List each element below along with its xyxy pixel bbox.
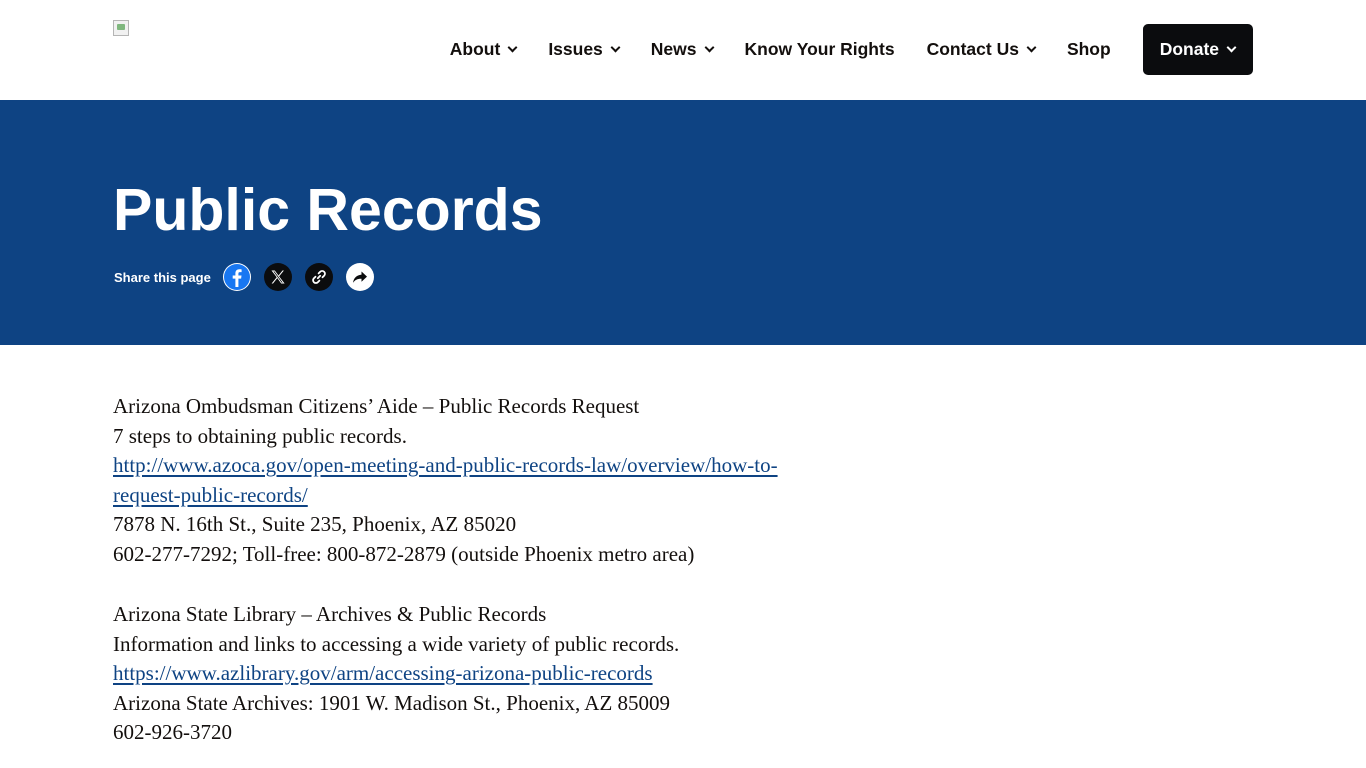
nav-item-issues[interactable]: Issues xyxy=(548,39,621,60)
share-forward-button[interactable] xyxy=(345,263,374,291)
main-content: Arizona Ombudsman Citizens’ Aide – Publi… xyxy=(113,392,873,748)
chevron-down-icon xyxy=(610,42,621,53)
entry-link[interactable]: http://www.azoca.gov/open-meeting-and-pu… xyxy=(113,451,873,510)
page-hero: Public Records Share this page xyxy=(0,100,1366,345)
entry-address: Arizona State Archives: 1901 W. Madison … xyxy=(113,690,671,715)
nav-item-label: About xyxy=(449,39,501,59)
facebook-share-button[interactable] xyxy=(222,263,251,291)
entry-phone: 602-277-7292; Toll-free: 800-872-2879 (o… xyxy=(113,541,695,566)
entry-title: Arizona Ombudsman Citizens’ Aide – Publi… xyxy=(113,394,640,418)
entry-description: 7 steps to obtaining public records. xyxy=(113,423,407,448)
nav-item-shop[interactable]: Shop xyxy=(1067,39,1111,60)
entry-description: Information and links to accessing a wid… xyxy=(113,631,680,656)
site-header: About Issues News Know Your Rights Conta… xyxy=(0,0,1366,100)
resource-entry: Arizona State Library – Archives & Publi… xyxy=(113,600,873,748)
share-forward-icon xyxy=(352,271,367,283)
entry-title: Arizona State Library – Archives & Publi… xyxy=(113,602,547,626)
nav-item-label: Shop xyxy=(1066,39,1111,59)
entry-link-line: request-public-records/ xyxy=(113,482,308,507)
page-title: Public Records xyxy=(113,177,543,243)
nav-item-contact-us[interactable]: Contact Us xyxy=(926,39,1037,60)
entry-link-line: https://www.azlibrary.gov/arm/accessing-… xyxy=(113,661,653,685)
nav-item-label: News xyxy=(650,39,697,59)
link-icon xyxy=(311,270,326,284)
facebook-icon xyxy=(223,264,250,290)
nav-item-know-your-rights[interactable]: Know Your Rights xyxy=(745,39,895,60)
donate-label: Donate xyxy=(1159,39,1219,59)
entry-address: 7878 N. 16th St., Suite 235, Phoenix, AZ… xyxy=(113,512,517,536)
share-label: Share this page xyxy=(114,269,211,285)
copy-link-button[interactable] xyxy=(304,263,333,291)
share-bar: Share this page xyxy=(114,263,387,291)
chevron-down-icon xyxy=(1226,42,1237,53)
nav-item-label: Know Your Rights xyxy=(744,39,895,59)
nav-item-label: Issues xyxy=(548,39,603,59)
donate-button[interactable]: Donate xyxy=(1142,24,1253,75)
main-nav: About Issues News Know Your Rights Conta… xyxy=(450,24,1253,75)
x-share-button[interactable] xyxy=(263,263,292,291)
chevron-down-icon xyxy=(1026,42,1037,53)
nav-item-label: Contact Us xyxy=(926,39,1019,59)
entry-phone: 602-926-3720 xyxy=(113,720,232,744)
chevron-down-icon xyxy=(704,42,714,53)
x-icon xyxy=(271,270,285,284)
entry-link-line: http://www.azoca.gov/open-meeting-and-pu… xyxy=(113,453,778,477)
entry-link[interactable]: https://www.azlibrary.gov/arm/accessing-… xyxy=(113,659,873,689)
chevron-down-icon xyxy=(507,42,518,53)
resource-entry: Arizona Ombudsman Citizens’ Aide – Publi… xyxy=(113,392,873,569)
nav-item-news[interactable]: News xyxy=(650,39,714,60)
site-logo-broken-image-icon[interactable] xyxy=(113,20,129,36)
nav-item-about[interactable]: About xyxy=(449,39,518,60)
